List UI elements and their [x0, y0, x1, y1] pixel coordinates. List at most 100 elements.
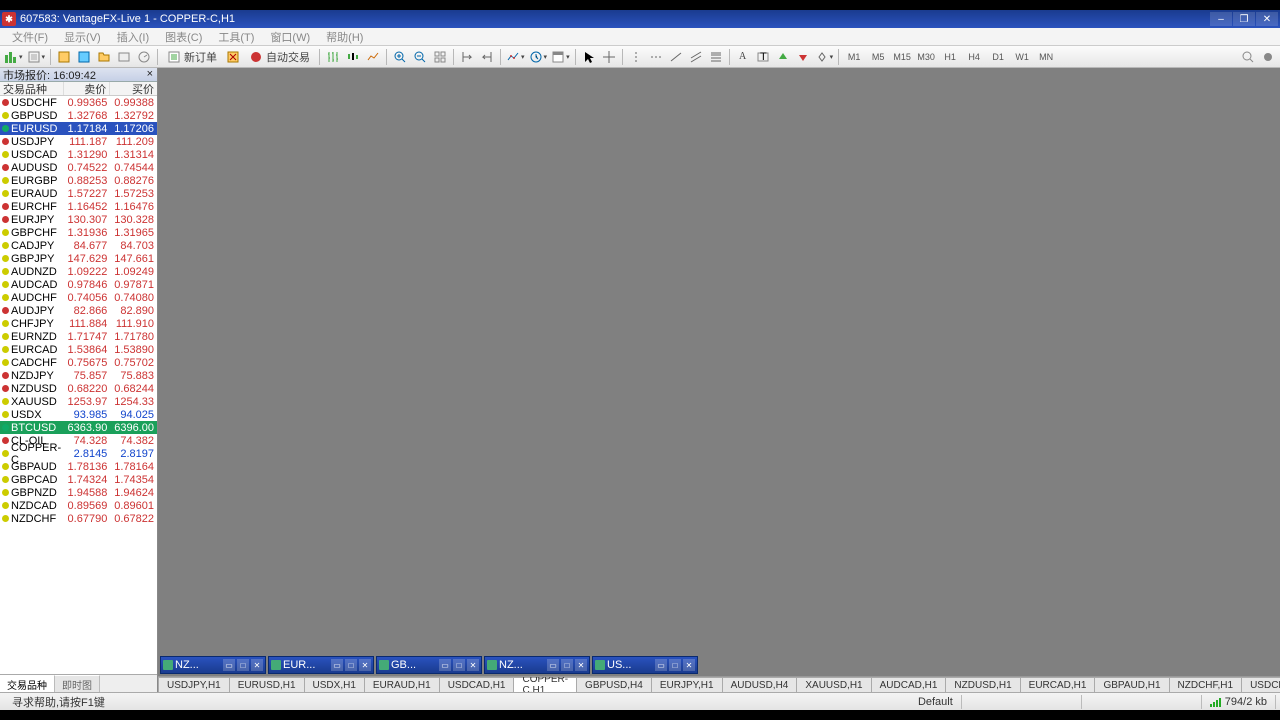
close-icon[interactable]: ✕ — [467, 659, 479, 671]
mw-row-XAUUSD[interactable]: XAUUSD1253.971254.33 — [0, 395, 157, 408]
autoscroll-icon[interactable] — [478, 48, 496, 66]
search-icon[interactable] — [1239, 48, 1257, 66]
menu-item-4[interactable]: 工具(T) — [210, 28, 262, 45]
minimized-chart-3[interactable]: NZ...▭□✕ — [484, 656, 590, 674]
restore-icon[interactable]: ▭ — [439, 659, 451, 671]
hline-icon[interactable] — [647, 48, 665, 66]
mw-row-GBPUSD[interactable]: GBPUSD1.327681.32792 — [0, 109, 157, 122]
mw-row-AUDNZD[interactable]: AUDNZD1.092221.09249 — [0, 265, 157, 278]
mw-row-USDCHF[interactable]: USDCHF0.993650.99388 — [0, 96, 157, 109]
mw-row-EURAUD[interactable]: EURAUD1.572271.57253 — [0, 187, 157, 200]
new-chart-icon[interactable]: ▾ — [3, 48, 24, 66]
mw-row-EURUSD[interactable]: EURUSD1.171841.17206 — [0, 122, 157, 135]
mw-row-CADCHF[interactable]: CADCHF0.756750.75702 — [0, 356, 157, 369]
mw-row-EURGBP[interactable]: EURGBP0.882530.88276 — [0, 174, 157, 187]
close-icon[interactable]: ✕ — [575, 659, 587, 671]
new-order-button[interactable]: 新订单 — [162, 48, 222, 66]
chart-tab-AUDCAD-H1[interactable]: AUDCAD,H1 — [871, 677, 947, 692]
chart-tab-USDJPY-H1[interactable]: USDJPY,H1 — [158, 677, 230, 692]
mw-row-EURCAD[interactable]: EURCAD1.538641.53890 — [0, 343, 157, 356]
chart-tab-EURCAD-H1[interactable]: EURCAD,H1 — [1020, 677, 1096, 692]
timeframe-M30[interactable]: M30 — [915, 48, 937, 66]
titlebar[interactable]: ✱ 607583: VantageFX-Live 1 - COPPER-C,H1… — [0, 10, 1280, 28]
chart-tab-GBPAUD-H1[interactable]: GBPAUD,H1 — [1094, 677, 1169, 692]
terminal-icon[interactable] — [115, 48, 133, 66]
chart-tab-COPPER-C-H1[interactable]: COPPER-C,H1 — [513, 677, 577, 692]
maximize-icon[interactable]: □ — [669, 659, 681, 671]
mw-row-NZDJPY[interactable]: NZDJPY75.85775.883 — [0, 369, 157, 382]
mw-row-AUDCAD[interactable]: AUDCAD0.978460.97871 — [0, 278, 157, 291]
crosshair-icon[interactable] — [600, 48, 618, 66]
fibo-icon[interactable] — [707, 48, 725, 66]
minimize-button[interactable]: – — [1210, 12, 1232, 26]
periodicity-icon[interactable]: ▾ — [528, 48, 549, 66]
close-button[interactable]: ✕ — [1256, 12, 1278, 26]
tester-icon[interactable] — [135, 48, 153, 66]
mdi-area[interactable]: NZ...▭□✕EUR...▭□✕GB...▭□✕NZ...▭□✕US...▭□… — [158, 68, 1280, 676]
data-window-icon[interactable] — [75, 48, 93, 66]
arrow-up-icon[interactable] — [774, 48, 792, 66]
mw-row-EURCHF[interactable]: EURCHF1.164521.16476 — [0, 200, 157, 213]
maximize-icon[interactable]: □ — [453, 659, 465, 671]
mw-row-COPPER-C[interactable]: COPPER-C2.81452.8197 — [0, 447, 157, 460]
mw-row-NZDUSD[interactable]: NZDUSD0.682200.68244 — [0, 382, 157, 395]
mw-row-GBPCHF[interactable]: GBPCHF1.319361.31965 — [0, 226, 157, 239]
bar-chart-icon[interactable] — [324, 48, 342, 66]
status-connection[interactable]: 794/2 kb — [1202, 695, 1276, 709]
navigator-icon[interactable] — [95, 48, 113, 66]
mw-row-CHFJPY[interactable]: CHFJPY111.884111.910 — [0, 317, 157, 330]
mw-row-EURNZD[interactable]: EURNZD1.717471.71780 — [0, 330, 157, 343]
col-ask[interactable]: 买价 — [110, 82, 157, 95]
mw-row-AUDCHF[interactable]: AUDCHF0.740560.74080 — [0, 291, 157, 304]
chart-tab-EURUSD-H1[interactable]: EURUSD,H1 — [229, 677, 305, 692]
arrow-down-icon[interactable] — [794, 48, 812, 66]
close-icon[interactable]: ✕ — [359, 659, 371, 671]
mw-tab-symbols[interactable]: 交易品种 — [0, 675, 55, 692]
chart-tab-NZDUSD-H1[interactable]: NZDUSD,H1 — [945, 677, 1020, 692]
timeframe-M15[interactable]: M15 — [891, 48, 913, 66]
mw-row-BTCUSD[interactable]: BTCUSD6363.906396.00 — [0, 421, 157, 434]
options-icon[interactable] — [1259, 48, 1277, 66]
timeframe-M1[interactable]: M1 — [843, 48, 865, 66]
tile-icon[interactable] — [431, 48, 449, 66]
maximize-icon[interactable]: □ — [561, 659, 573, 671]
profiles-icon[interactable]: ▾ — [26, 48, 47, 66]
line-chart-icon[interactable] — [364, 48, 382, 66]
timeframe-M5[interactable]: M5 — [867, 48, 889, 66]
shift-icon[interactable] — [458, 48, 476, 66]
chart-tab-XAUUSD-H1[interactable]: XAUUSD,H1 — [796, 677, 871, 692]
text-icon[interactable]: A — [734, 48, 752, 66]
metaeditor-icon[interactable] — [224, 48, 242, 66]
close-icon[interactable]: ✕ — [683, 659, 695, 671]
trendline-icon[interactable] — [667, 48, 685, 66]
menu-item-2[interactable]: 插入(I) — [109, 28, 157, 45]
mw-row-CADJPY[interactable]: CADJPY84.67784.703 — [0, 239, 157, 252]
chart-tab-NZDCHF-H1[interactable]: NZDCHF,H1 — [1169, 677, 1243, 692]
maximize-button[interactable]: ❐ — [1233, 12, 1255, 26]
chart-tab-GBPUSD-H4[interactable]: GBPUSD,H4 — [576, 677, 652, 692]
mw-row-NZDCHF[interactable]: NZDCHF0.677900.67822 — [0, 512, 157, 525]
candle-chart-icon[interactable] — [344, 48, 362, 66]
autotrading-button[interactable]: 自动交易 — [244, 48, 315, 66]
objects-icon[interactable]: ▾ — [814, 48, 835, 66]
market-watch-header[interactable]: 市场报价: 16:09:42 × — [0, 68, 157, 82]
zoom-out-icon[interactable] — [411, 48, 429, 66]
mw-row-GBPAUD[interactable]: GBPAUD1.781361.78164 — [0, 460, 157, 473]
menu-item-1[interactable]: 显示(V) — [56, 28, 109, 45]
market-watch-body[interactable]: USDCHF0.993650.99388GBPUSD1.327681.32792… — [0, 96, 157, 674]
status-profile[interactable]: Default — [910, 695, 962, 709]
mw-row-GBPCAD[interactable]: GBPCAD1.743241.74354 — [0, 473, 157, 486]
text-label-icon[interactable]: T — [754, 48, 772, 66]
zoom-in-icon[interactable] — [391, 48, 409, 66]
mw-row-USDJPY[interactable]: USDJPY111.187111.209 — [0, 135, 157, 148]
timeframe-H1[interactable]: H1 — [939, 48, 961, 66]
vline-icon[interactable] — [627, 48, 645, 66]
mw-row-AUDUSD[interactable]: AUDUSD0.745220.74544 — [0, 161, 157, 174]
chart-tab-AUDUSD-H4[interactable]: AUDUSD,H4 — [722, 677, 798, 692]
mw-row-AUDJPY[interactable]: AUDJPY82.86682.890 — [0, 304, 157, 317]
mw-row-USDCAD[interactable]: USDCAD1.312901.31314 — [0, 148, 157, 161]
mw-row-USDX[interactable]: USDX93.98594.025 — [0, 408, 157, 421]
restore-icon[interactable]: ▭ — [223, 659, 235, 671]
cursor-icon[interactable] — [580, 48, 598, 66]
menu-item-6[interactable]: 帮助(H) — [318, 28, 371, 45]
